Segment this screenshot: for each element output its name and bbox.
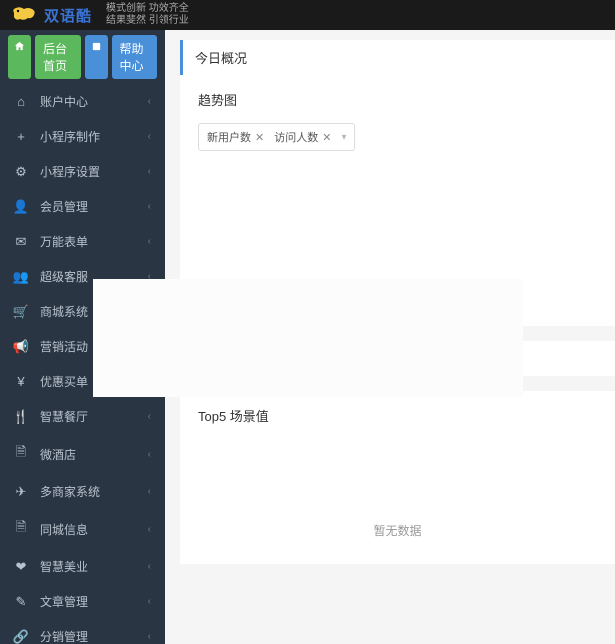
nav-icon: 👤 (14, 199, 28, 215)
nav-icon: ❤ (14, 559, 28, 575)
chevron-left-icon: ‹ (148, 236, 151, 247)
logo: 双语酷 模式创新 功效齐全 结果斐然 引领行业 (10, 3, 189, 27)
nav-label: 多商家系统 (40, 483, 148, 500)
nav-icon: ⚙ (14, 164, 28, 180)
chevron-left-icon: ‹ (148, 201, 151, 212)
trend-filter-select[interactable]: 新用户数 ✕ 访问人数 ✕ ▾ (198, 123, 355, 151)
chevron-left-icon: ‹ (148, 524, 151, 535)
nav-icon: 📢 (14, 339, 28, 355)
slogan-line: 模式创新 功效齐全 (106, 3, 189, 15)
nav-label: 智慧美业 (40, 558, 148, 575)
filter-tag-visitors: 访问人数 ✕ (274, 129, 331, 145)
chevron-left-icon: ‹ (148, 131, 151, 142)
sidebar-item[interactable]: 🔗 分销管理‹ (0, 619, 165, 644)
home-icon[interactable] (8, 35, 31, 79)
nav-label: 微酒店 (40, 446, 148, 463)
tag-label: 新用户数 (207, 129, 251, 145)
sidebar-item[interactable]: + 小程序制作‹ (0, 119, 165, 154)
nav-icon: 👥 (14, 269, 28, 285)
nav-label: 智慧餐厅 (40, 408, 148, 425)
tag-label: 访问人数 (274, 129, 318, 145)
nav-icon: 🗎 (14, 443, 28, 465)
chevron-left-icon: ‹ (148, 561, 151, 572)
nav-icon: ✎ (14, 594, 28, 610)
nav-icon: ¥ (14, 374, 28, 389)
sidebar-item[interactable]: 🍴 智慧餐厅‹ (0, 399, 165, 434)
nav-label: 账户中心 (40, 93, 148, 110)
remove-tag-icon[interactable]: ✕ (322, 131, 331, 144)
remove-tag-icon[interactable]: ✕ (255, 131, 264, 144)
topbar: 后台首页 帮助中心 (0, 30, 165, 84)
nav-label: 分销管理 (40, 628, 148, 644)
logo-text: 双语酷 (44, 5, 92, 26)
card-title: 今日概况 (180, 40, 615, 75)
sidebar-item[interactable]: ⌂ 账户中心‹ (0, 84, 165, 119)
chevron-left-icon: ‹ (148, 96, 151, 107)
chevron-left-icon: ‹ (148, 486, 151, 497)
nav-icon: 🍴 (14, 409, 28, 425)
slogan-line: 结果斐然 引领行业 (106, 15, 189, 27)
sidebar-item[interactable]: 👤 会员管理‹ (0, 189, 165, 224)
no-data-text: 暂无数据 (373, 522, 421, 539)
chevron-left-icon: ‹ (148, 449, 151, 460)
top5-scene-card: Top5 场景值 暂无数据 (180, 391, 615, 564)
nav-icon: 🗎 (14, 518, 28, 540)
chevron-left-icon: ‹ (148, 411, 151, 422)
sidebar-item[interactable]: ⚙ 小程序设置‹ (0, 154, 165, 189)
nav-label: 会员管理 (40, 198, 148, 215)
app-header: 双语酷 模式创新 功效齐全 结果斐然 引领行业 (0, 0, 615, 30)
sidebar-item[interactable]: 🗎 微酒店‹ (0, 434, 165, 474)
nav-label: 文章管理 (40, 593, 148, 610)
nav-label: 小程序制作 (40, 128, 148, 145)
sidebar-item[interactable]: 🗎 同城信息‹ (0, 509, 165, 549)
top5-empty: 暂无数据 (198, 439, 597, 549)
chevron-left-icon: ‹ (148, 631, 151, 642)
nav-label: 同城信息 (40, 521, 148, 538)
help-center-button[interactable]: 帮助中心 (112, 35, 158, 79)
sidebar-item[interactable]: ✈ 多商家系统‹ (0, 474, 165, 509)
sidebar-item[interactable]: ✉ 万能表单‹ (0, 224, 165, 259)
nav-icon: ✈ (14, 484, 28, 500)
nav-icon: ⌂ (14, 94, 28, 109)
admin-home-button[interactable]: 后台首页 (35, 35, 81, 79)
filter-tag-new-users: 新用户数 ✕ (207, 129, 264, 145)
logo-slogan: 模式创新 功效齐全 结果斐然 引领行业 (106, 3, 189, 27)
nav-label: 小程序设置 (40, 163, 148, 180)
nav-icon: ✉ (14, 234, 28, 250)
overlay-panel (93, 279, 523, 397)
help-icon[interactable] (85, 35, 108, 79)
chevron-left-icon: ‹ (148, 166, 151, 177)
sidebar-item[interactable]: ❤ 智慧美业‹ (0, 549, 165, 584)
nav-icon: 🛒 (14, 304, 28, 320)
nav-icon: + (14, 129, 28, 144)
chevron-down-icon: ▾ (341, 132, 346, 143)
sidebar-item[interactable]: ✎ 文章管理‹ (0, 584, 165, 619)
trend-chart-title: 趋势图 (198, 90, 597, 109)
nav-label: 万能表单 (40, 233, 148, 250)
nav-icon: 🔗 (14, 629, 28, 644)
top5-title: Top5 场景值 (198, 406, 597, 425)
logo-icon (10, 5, 38, 25)
chevron-left-icon: ‹ (148, 596, 151, 607)
